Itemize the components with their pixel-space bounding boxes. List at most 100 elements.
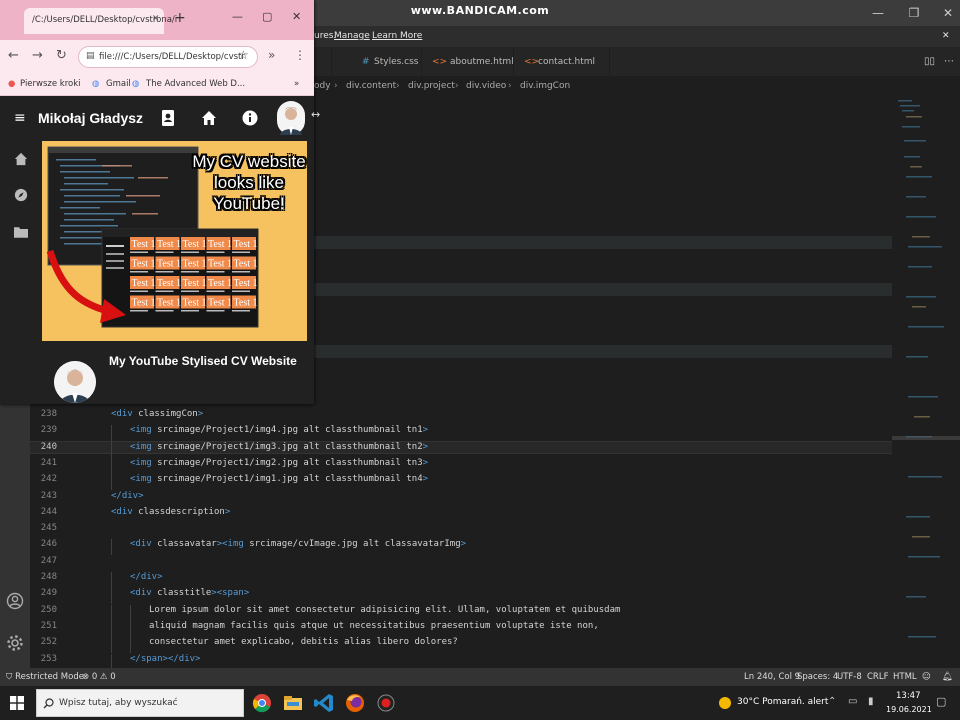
mini-card-label: Test 1 [132,278,156,289]
tab-label: aboutme.html [450,57,514,67]
mini-card-caption [206,310,225,312]
forward-icon[interactable]: → [32,48,43,63]
video-title[interactable]: My YouTube Stylised CV Website [109,354,297,368]
profile-avatar[interactable] [277,101,305,135]
mini-card-caption [181,310,199,312]
notifications-bell-icon[interactable]: 🔔︎ [942,672,953,682]
breadcrumb-item[interactable]: div.video [466,81,506,91]
notification-center-icon[interactable]: ▢ [936,695,946,708]
problems-status[interactable]: ⊗ 0 ⚠ 0 [82,672,116,682]
bandicam-taskbar-icon[interactable] [374,691,398,715]
bookmark-gmail[interactable]: Gmail [106,79,131,89]
mini-card-label: Test 1 [157,259,181,270]
line-code: <img srcimage/Project1/img4.jpg alt clas… [130,425,429,436]
clock-time[interactable]: 13:47 [896,691,921,701]
chrome-menu-icon[interactable]: ⋮ [294,48,306,62]
breadcrumb-item[interactable]: div.project [408,81,455,91]
chrome-tab[interactable]: /C:/Users/DELL/Desktop/cvstrona/i [24,8,177,34]
mini-card-caption [232,271,250,273]
reload-icon[interactable]: ↻ [56,48,67,63]
line-code: </div> [111,490,144,501]
tab-index[interactable] [314,48,332,76]
home-icon[interactable] [14,152,28,166]
indent-guide [111,425,112,442]
windows-start-icon[interactable] [10,696,24,710]
contact-card-icon[interactable] [161,110,175,126]
maximize-icon[interactable]: ▢ [262,10,272,23]
feedback-icon[interactable]: ☺ [922,672,931,682]
encoding-status[interactable]: UTF-8 [837,672,862,682]
explore-compass-icon[interactable] [14,188,28,202]
learn-more-link[interactable]: Learn More [372,31,422,41]
manage-link[interactable]: Manage [334,31,370,41]
weather-sun-icon[interactable] [717,695,733,711]
apps-icon: ● [8,79,16,89]
site-header: ≡ Mikołaj Gładysz [0,96,314,140]
restricted-mode-label: Restricted Mode [15,672,84,682]
line-number: 241 [40,457,57,468]
network-icon[interactable]: ▭ [848,696,857,707]
extensions-overflow-icon[interactable]: » [268,48,275,62]
mini-card-caption [130,251,148,253]
restore-icon[interactable]: ❐ [904,6,924,20]
more-actions-icon[interactable]: ⋯ [944,56,954,67]
bookmark-advanced-web[interactable]: The Advanced Web D... [146,79,245,89]
tab-contact-html[interactable]: <> contact.html [514,48,610,76]
line-code: <img srcimage/Project1/img1.jpg alt clas… [130,474,429,485]
cursor-position[interactable]: Ln 240, Col 9 [744,672,800,682]
file-explorer-taskbar-icon[interactable] [281,691,305,715]
tray-chevron-icon[interactable]: ⌃ [828,696,836,707]
back-icon[interactable]: ← [8,48,19,63]
mini-card-label: Test 1 [234,259,258,270]
line-number: 251 [40,620,57,631]
split-editor-icon[interactable]: ▯▯ [924,56,935,67]
banner-close-icon[interactable]: ✕ [942,31,950,41]
breadcrumb-item[interactable]: ody [314,81,331,91]
info-icon[interactable] [242,110,258,126]
channel-avatar[interactable] [54,361,96,403]
firefox-taskbar-icon[interactable] [343,691,367,715]
mini-card-caption [232,310,250,312]
breadcrumb-item[interactable]: div.imgCon [520,81,570,91]
breadcrumb-item[interactable]: div.content [346,81,396,91]
clock-date[interactable]: 19.06.2021 [886,705,932,714]
taskbar-search-box[interactable]: Wpisz tutaj, aby wyszukać [36,689,244,717]
indent-guide [111,637,112,654]
settings-gear-icon[interactable] [6,634,24,652]
site-title[interactable]: Mikołaj Gładysz [38,110,143,126]
hamburger-menu-icon[interactable]: ≡ [14,110,26,126]
close-icon[interactable]: ✕ [292,10,301,23]
bookmark-star-icon[interactable]: ☆ [238,48,249,62]
minimap[interactable] [892,96,960,668]
line-code: <div classavatar><img srcimage/cvImage.j… [130,539,467,550]
tab-aboutme-html[interactable]: <> aboutme.html [422,48,514,76]
tab-close-icon[interactable]: ✕ [152,14,160,24]
tab-styles-css[interactable]: # Styles.css [332,48,422,76]
restricted-mode-status[interactable]: ⛉ Restricted Mode [6,672,84,682]
indentation-status[interactable]: Spaces: 4 [797,672,838,682]
vscode-taskbar-icon[interactable] [312,691,336,715]
chrome-taskbar-icon[interactable] [250,691,274,715]
bookmarks-overflow-icon[interactable]: » [294,79,299,89]
home-icon[interactable] [201,110,217,126]
line-number: 239 [40,425,57,436]
language-mode[interactable]: HTML [893,672,917,682]
line-number: 243 [40,490,57,501]
bookmark-pierwsze-kroki[interactable]: Pierwsze kroki [20,79,81,89]
eol-status[interactable]: CRLF [867,672,888,682]
mini-sidebar-item [106,245,124,247]
battery-icon[interactable]: ▮ [868,696,874,707]
mini-card-caption [155,290,174,292]
address-bar[interactable]: ▤ file:///C:/Users/DELL/Desktop/cvstr [78,46,258,68]
line-code: <div classimgCon> [111,409,204,419]
close-icon[interactable]: ✕ [938,6,958,20]
weather-status[interactable]: 30°C Pomarań. alert [737,697,828,707]
folder-icon[interactable] [14,226,28,238]
minimize-icon[interactable]: — [868,6,888,20]
minimize-icon[interactable]: — [232,10,243,23]
account-icon[interactable] [6,592,24,610]
windows-taskbar: Wpisz tutaj, aby wyszukać 30°C Pomarań. … [0,686,960,720]
video-thumbnail[interactable]: Test 1 Test 1 Test 1 Test 1 Test 1 Test 1 Test… [42,141,307,341]
new-tab-icon[interactable]: + [174,10,186,26]
minimap-preview [892,100,960,638]
